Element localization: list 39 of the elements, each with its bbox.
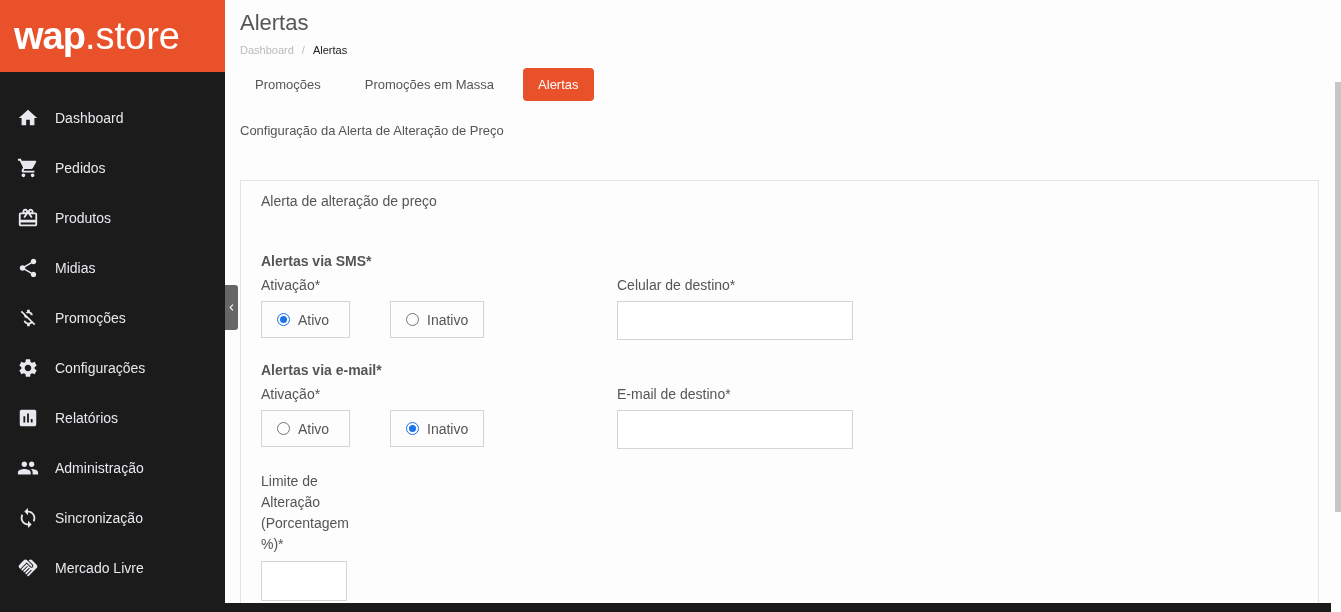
settings-icon (16, 357, 39, 379)
input-field[interactable] (261, 561, 347, 601)
sidebar-item[interactable]: Sincronização (0, 493, 225, 543)
tab[interactable]: Alertas (523, 68, 594, 101)
sidebar-item[interactable]: Administração (0, 443, 225, 493)
section-heading: Alertas via SMS* (261, 253, 373, 269)
page-title: Alertas (240, 10, 310, 36)
tab[interactable]: Promoções em Massa (349, 68, 510, 101)
tab[interactable]: Promoções (240, 68, 336, 101)
sidebar-item[interactable]: Configurações (0, 343, 225, 393)
scrollbar[interactable] (1335, 82, 1341, 512)
subtitle: Configuração da Alerta de Alteração de Preço (240, 123, 505, 138)
radio-option[interactable]: Ativo (261, 301, 350, 338)
cart-icon (16, 157, 39, 179)
field-label: Ativação* (261, 386, 322, 402)
field-label: E-mail de destino* (617, 386, 732, 402)
input-field[interactable] (617, 410, 853, 449)
input-field[interactable] (617, 301, 853, 340)
sidebar-item[interactable]: Midias (0, 243, 225, 293)
gift-icon (16, 207, 39, 229)
collapse-handle[interactable] (225, 285, 238, 330)
radio-option[interactable]: Inativo (390, 410, 485, 447)
breadcrumb-separator: / (301, 44, 305, 56)
sidebar-item[interactable]: Pedidos (0, 143, 225, 193)
sidebar-item[interactable]: Relatórios (0, 393, 225, 443)
sidebar-item[interactable]: Promoções (0, 293, 225, 343)
card-title: Alerta de alteração de preço (261, 193, 438, 209)
sidebar-item[interactable]: Dashboard (0, 93, 225, 143)
field-label: Limite de Alteração (Porcentagem %)* (261, 472, 350, 554)
breadcrumb-current: Alertas (312, 44, 348, 56)
radio-option[interactable]: Inativo (390, 301, 485, 338)
radio-option[interactable]: Ativo (261, 410, 350, 447)
field-label: Ativação* (261, 277, 322, 293)
sidebar-item[interactable]: Produtos (0, 193, 225, 243)
logo: wap.store (0, 0, 225, 72)
field-label: Celular de destino* (617, 277, 737, 293)
sidebar-item[interactable]: Mercado Livre (0, 543, 225, 593)
section-heading: Alertas via e-mail* (261, 362, 383, 378)
handshake-icon (16, 557, 39, 579)
